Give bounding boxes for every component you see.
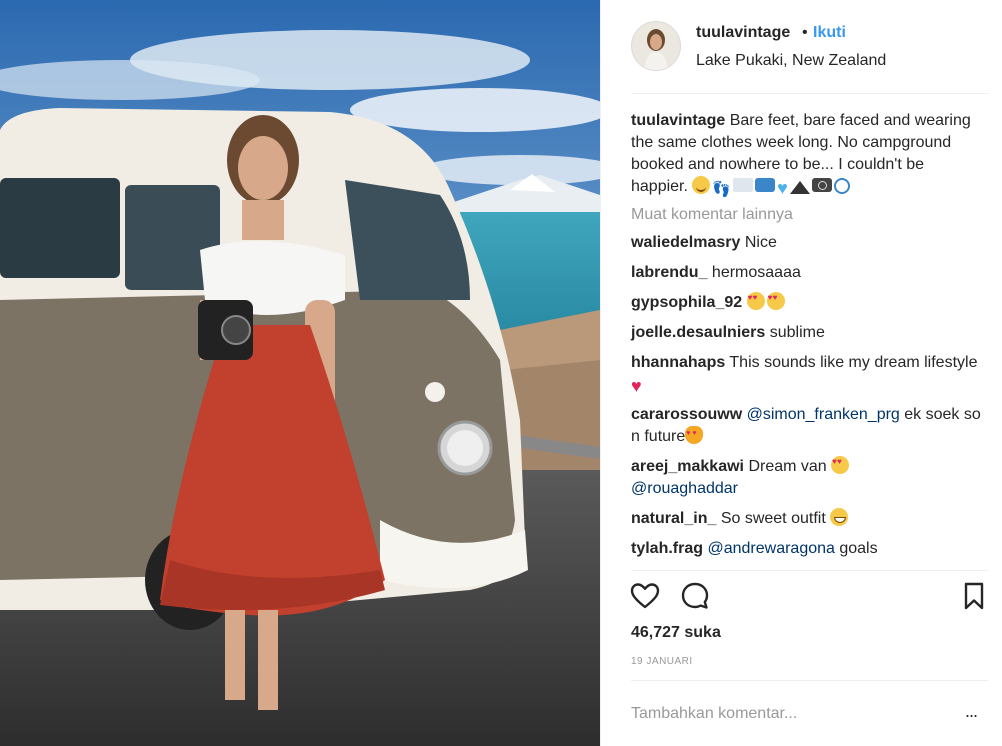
comment-item: gypsophila_92 bbox=[631, 292, 981, 314]
camera-icon bbox=[811, 178, 832, 192]
heart-eyes-icon bbox=[766, 292, 785, 310]
comment-item: natural_in_ So sweet outfit bbox=[631, 508, 981, 530]
comment-button[interactable] bbox=[679, 580, 713, 614]
add-comment-divider bbox=[631, 680, 988, 681]
world-map-icon bbox=[733, 178, 754, 192]
smiling-face-icon bbox=[692, 176, 711, 194]
mountain-icon bbox=[789, 180, 810, 194]
comment-username[interactable]: waliedelmasry bbox=[631, 234, 740, 251]
comment-text: So sweet outfit bbox=[720, 510, 826, 527]
comment-text: Nice bbox=[744, 234, 777, 251]
likes-count[interactable]: 46,727 suka bbox=[631, 624, 721, 642]
comment-username[interactable]: hhannahaps bbox=[631, 354, 725, 371]
photo-illustration bbox=[0, 0, 600, 746]
comment-text: This sounds like my dream lifestyle bbox=[729, 354, 978, 371]
header-separator: • bbox=[802, 24, 808, 41]
speech-bubble-icon bbox=[681, 582, 709, 609]
heart-eyes-icon bbox=[831, 456, 850, 474]
comment-username[interactable]: natural_in_ bbox=[631, 510, 716, 527]
comment-item: hhannahaps This sounds like my dream lif… bbox=[631, 352, 981, 396]
comment-text: Dream van bbox=[748, 458, 827, 475]
wave-icon bbox=[833, 178, 850, 194]
bookmark-outline-icon bbox=[964, 582, 984, 610]
comment-text: sublime bbox=[769, 324, 825, 341]
add-comment-input[interactable] bbox=[631, 700, 951, 728]
comment-item: labrendu_ hermosaaaa bbox=[631, 262, 981, 284]
comment-mention[interactable]: @andrewaragona bbox=[707, 540, 834, 557]
comment-item: joelle.desaulniers sublime bbox=[631, 322, 981, 344]
post-sidebar: tuulavintage • Ikuti Lake Pukaki, New Ze… bbox=[600, 0, 1002, 746]
grinning-face-icon bbox=[830, 508, 849, 526]
heart-eyes-cat-icon bbox=[685, 426, 704, 444]
comment-username[interactable]: labrendu_ bbox=[631, 264, 707, 281]
post-date[interactable]: 19 JANUARI bbox=[631, 656, 693, 667]
heart-eyes-icon bbox=[746, 292, 765, 310]
comment-username[interactable]: joelle.desaulniers bbox=[631, 324, 765, 341]
save-button[interactable] bbox=[958, 580, 992, 614]
comment-text: goals bbox=[839, 540, 878, 557]
comment-username[interactable]: cararossouww bbox=[631, 406, 742, 423]
comment-username[interactable]: gypsophila_92 bbox=[631, 294, 742, 311]
heart-outline-icon bbox=[630, 583, 660, 609]
caption: tuulavintage Bare feet, bare faced and w… bbox=[631, 110, 981, 198]
more-options-button[interactable]: ... bbox=[965, 702, 989, 722]
follow-button[interactable]: Ikuti bbox=[813, 24, 846, 42]
comment-username[interactable]: areej_makkawi bbox=[631, 458, 744, 475]
post-photo[interactable] bbox=[0, 0, 600, 746]
ellipsis-icon: ... bbox=[965, 701, 978, 721]
comments-list: tuulavintage Bare feet, bare faced and w… bbox=[631, 110, 981, 568]
red-heart-icon: ♥ bbox=[631, 376, 642, 396]
footprints-icon: 👣 bbox=[712, 181, 732, 198]
like-button[interactable] bbox=[629, 580, 663, 614]
caption-username[interactable]: tuulavintage bbox=[631, 112, 725, 129]
comment-username[interactable]: tylah.frag bbox=[631, 540, 703, 557]
bus-icon bbox=[755, 178, 776, 192]
comment-item: waliedelmasry Nice bbox=[631, 232, 981, 254]
comment-mention[interactable]: @simon_franken_prg bbox=[747, 406, 900, 423]
load-more-comments[interactable]: Muat komentar lainnya bbox=[631, 204, 981, 226]
comment-mention[interactable]: @rouaghaddar bbox=[631, 480, 738, 497]
header-divider bbox=[631, 93, 989, 94]
comment-item: tylah.frag @andrewaragona goals bbox=[631, 538, 981, 560]
location-link[interactable]: Lake Pukaki, New Zealand bbox=[696, 52, 886, 70]
header-username[interactable]: tuulavintage bbox=[696, 24, 790, 42]
actions-divider bbox=[631, 570, 988, 571]
post-header: tuulavintage • Ikuti Lake Pukaki, New Ze… bbox=[601, 0, 1002, 94]
comment-text: hermosaaaa bbox=[711, 264, 801, 281]
comment-item: areej_makkawi Dream van @rouaghaddar bbox=[631, 456, 981, 500]
comment-item: cararossouww @simon_franken_prg ek soek … bbox=[631, 404, 981, 448]
blue-heart-icon: ♥ bbox=[777, 178, 788, 198]
avatar[interactable] bbox=[631, 21, 681, 71]
